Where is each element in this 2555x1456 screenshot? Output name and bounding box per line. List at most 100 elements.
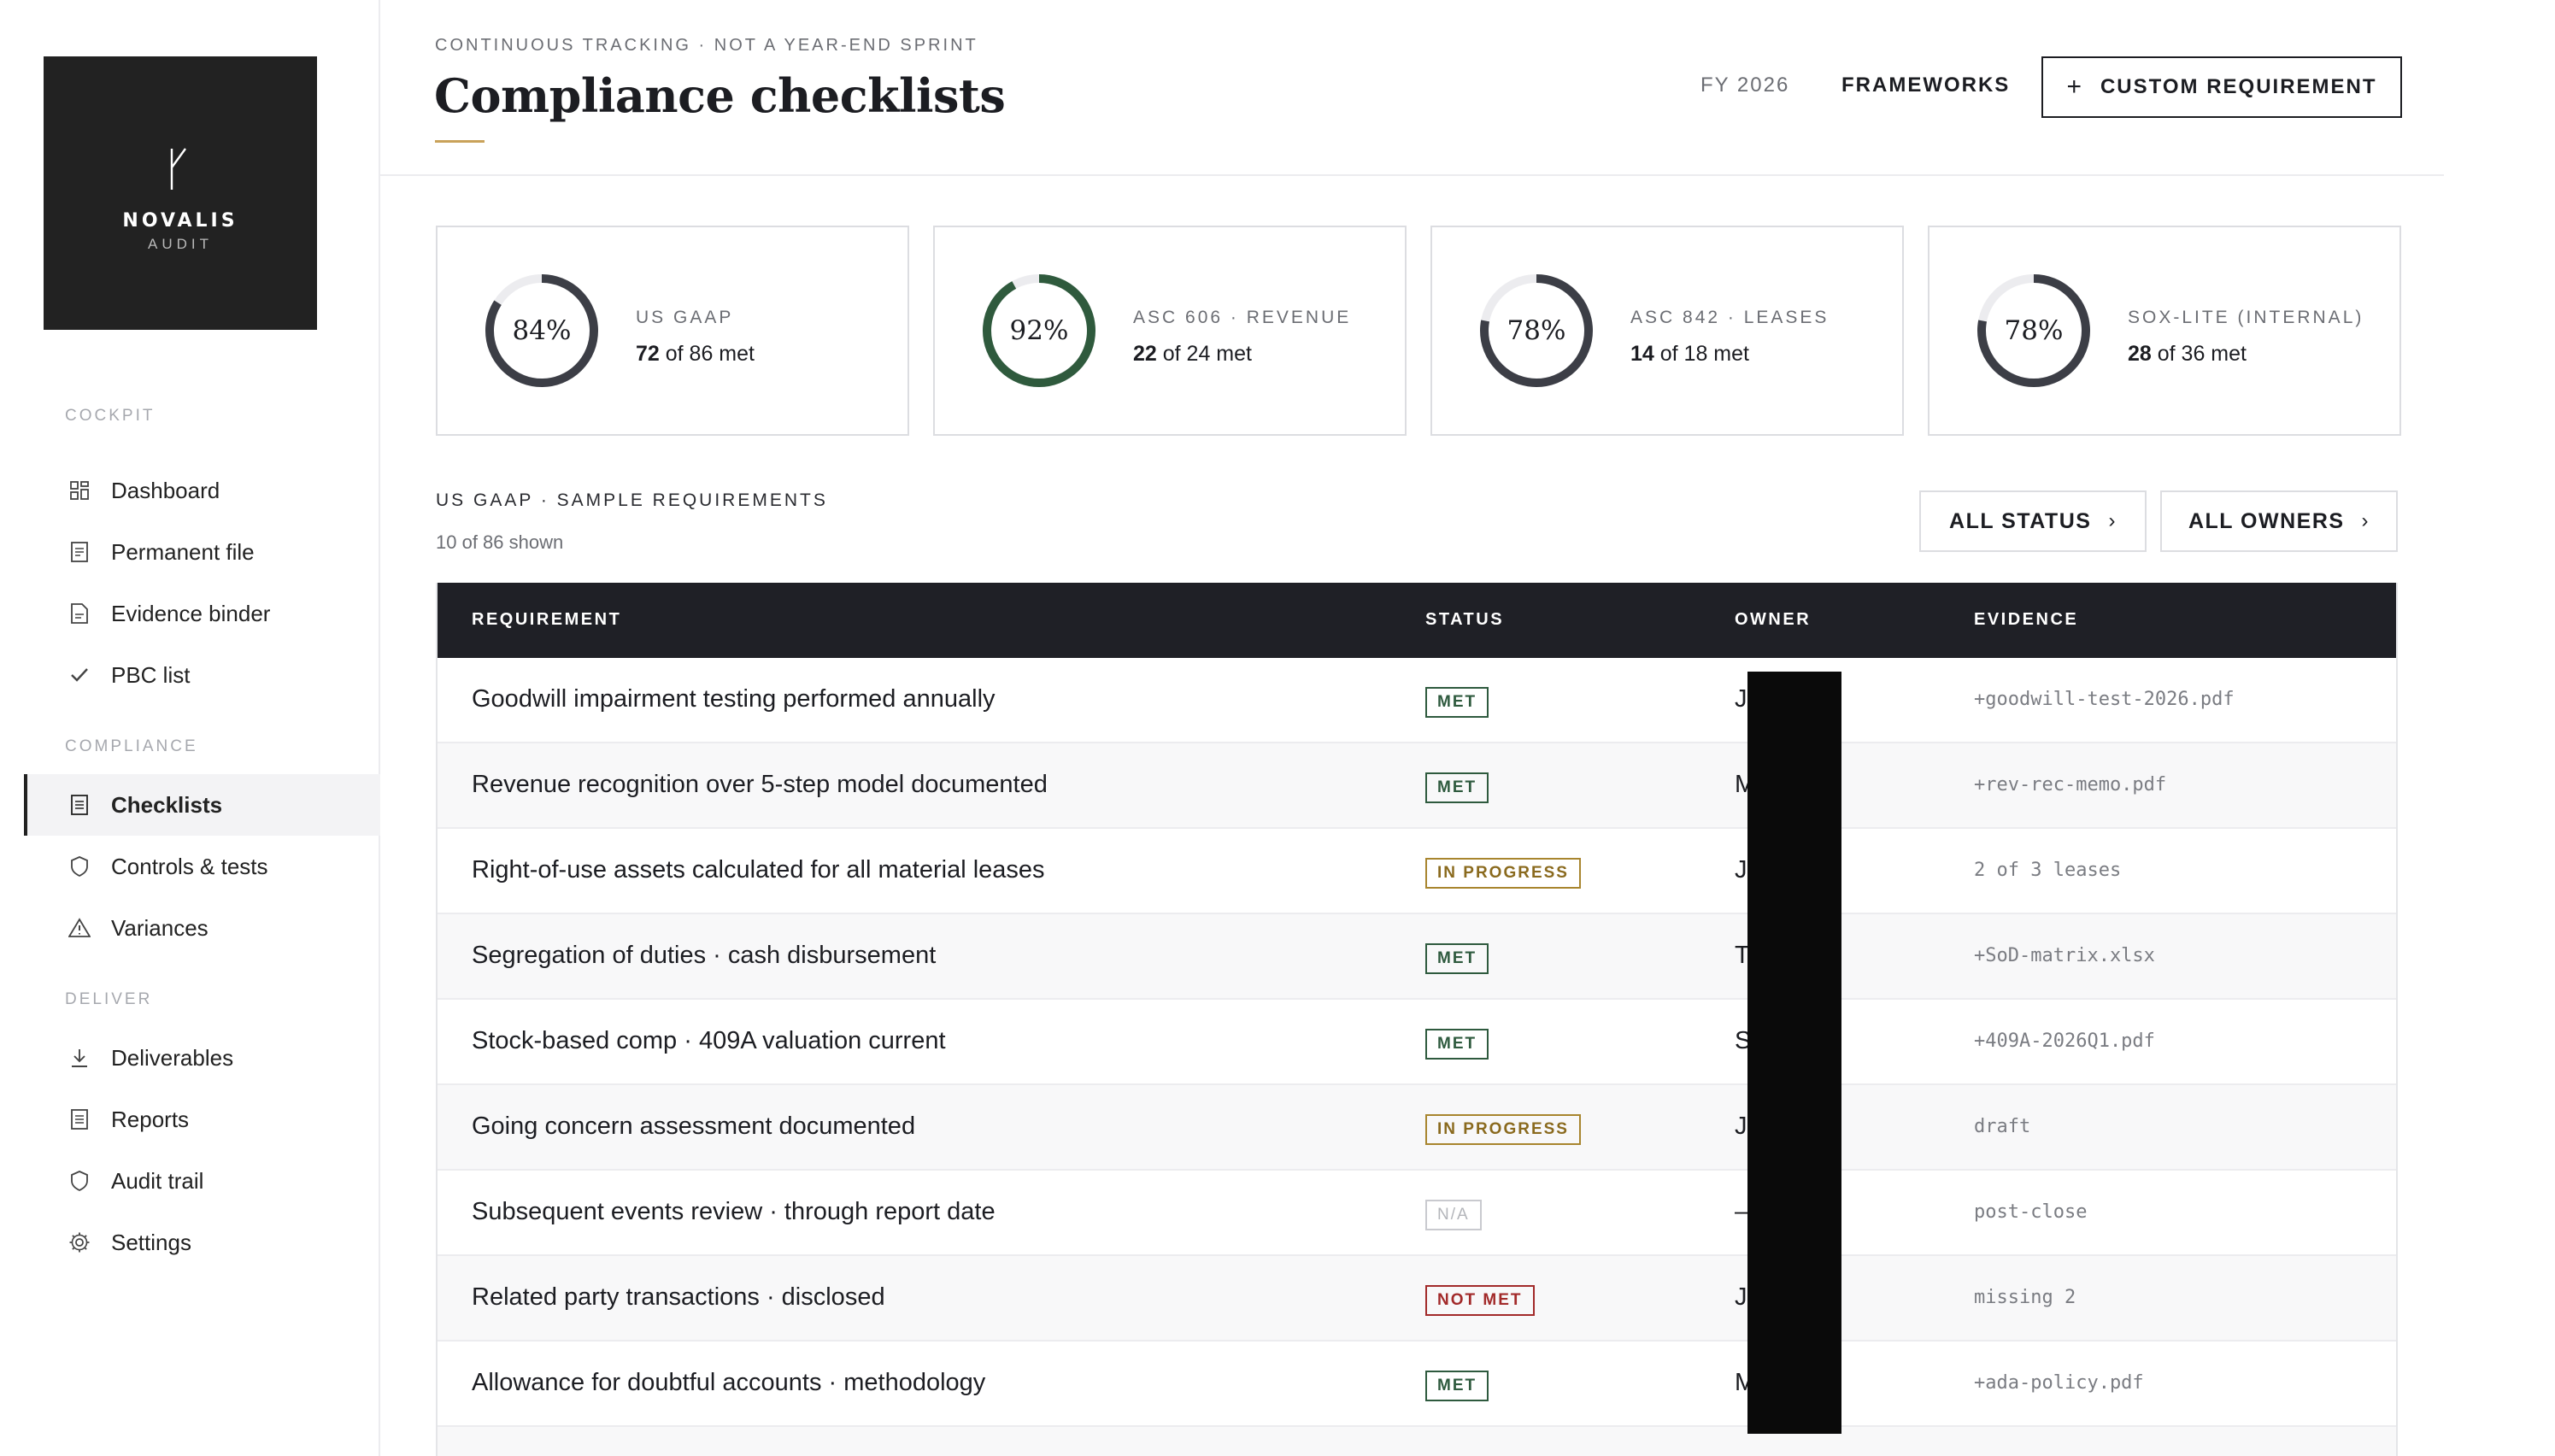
page-eyebrow: CONTINUOUS TRACKING · NOT A YEAR-END SPR… <box>435 36 978 55</box>
evidence-link[interactable]: +409A-2026Q1.pdf <box>1974 1030 2155 1052</box>
status-filter-label: ALL STATUS <box>1949 508 2092 533</box>
requirement-cell: Right-of-use assets calculated for all m… <box>472 856 1045 884</box>
section-count: 10 of 86 shown <box>436 531 564 553</box>
table-row[interactable]: Subsequent events review · through repor… <box>438 1171 2396 1256</box>
evidence-link[interactable]: +rev-rec-memo.pdf <box>1974 774 2166 796</box>
requirement-cell: Revenue recognition over 5-step model do… <box>472 771 1048 798</box>
column-header-requirement[interactable]: REQUIREMENT <box>472 610 621 630</box>
sidebar-item-label: Deliverables <box>111 1044 234 1071</box>
card-met-count: 14 of 18 met <box>1630 342 1749 366</box>
card-met-count: 72 of 86 met <box>636 342 755 366</box>
framework-card-sox-lite[interactable]: 78% SOX-LITE (INTERNAL) 28 of 36 met <box>1928 226 2401 436</box>
brand-sub: AUDIT <box>148 236 213 252</box>
sidebar-item-label: Audit trail <box>111 1167 204 1194</box>
nav-section-deliver: DELIVER <box>65 990 153 1008</box>
sidebar-item-label: Dashboard <box>111 477 220 503</box>
evidence-link[interactable]: draft <box>1974 1116 2030 1137</box>
status-badge: IN PROGRESS <box>1425 1114 1581 1145</box>
status-badge: MET <box>1425 687 1489 718</box>
shield-icon <box>68 1170 91 1192</box>
app-root: NOVALIS AUDIT COCKPIT Dashboard Permanen… <box>0 0 2555 1456</box>
card-met-count: 22 of 24 met <box>1133 342 1252 366</box>
requirement-cell: Stock-based comp · 409A valuation curren… <box>472 1027 946 1054</box>
dashboard-icon <box>68 479 91 502</box>
brand-logo[interactable]: NOVALIS AUDIT <box>44 56 317 330</box>
card-framework: ASC 842 · LEASES <box>1630 308 1830 327</box>
chevron-right-icon: › <box>2361 509 2370 532</box>
sidebar-item-evidence-binder[interactable]: Evidence binder <box>24 583 380 644</box>
requirement-cell: Segregation of duties · cash disbursemen… <box>472 942 937 969</box>
file-icon <box>68 541 91 563</box>
evidence-link[interactable]: 2 of 3 leases <box>1974 860 2121 881</box>
sidebar-item-pbc-list[interactable]: PBC list <box>24 644 380 706</box>
sidebar-item-audit-trail[interactable]: Audit trail <box>24 1150 380 1212</box>
sidebar-item-controls-tests[interactable]: Controls & tests <box>24 836 380 897</box>
table-row[interactable]: Inventory obsolescence reserveMETT. Brow… <box>438 1427 2396 1456</box>
framework-card-us-gaap[interactable]: 84% US GAAP 72 of 86 met <box>436 226 909 436</box>
sidebar-item-dashboard[interactable]: Dashboard <box>24 460 380 521</box>
brand-name: NOVALIS <box>122 210 238 232</box>
status-badge: N/A <box>1425 1200 1482 1230</box>
column-header-status[interactable]: STATUS <box>1425 610 1504 630</box>
sidebar-item-label: Settings <box>111 1229 191 1255</box>
report-icon <box>68 1108 91 1130</box>
table-row[interactable]: Going concern assessment documented IN PR… <box>438 1085 2396 1171</box>
requirement-cell: Goodwill impairment testing performed an… <box>472 685 996 713</box>
requirement-cell: Allowance for doubtful accounts · method… <box>472 1369 986 1396</box>
card-met-count: 28 of 36 met <box>2128 342 2247 366</box>
sidebar-item-permanent-file[interactable]: Permanent file <box>24 521 380 583</box>
sidebar-item-settings[interactable]: Settings <box>24 1212 380 1273</box>
table-row[interactable]: Related party transactions · disclosed NO… <box>438 1256 2396 1342</box>
card-framework: US GAAP <box>636 308 734 327</box>
status-badge: NOT MET <box>1425 1285 1535 1316</box>
table-row[interactable]: Goodwill impairment testing performed an… <box>438 658 2396 743</box>
nav-section-cockpit: COCKPIT <box>65 407 156 425</box>
requirement-cell: Going concern assessment documented <box>472 1113 916 1140</box>
page-header: CONTINUOUS TRACKING · NOT A YEAR-END SPR… <box>380 0 2444 176</box>
requirement-cell: Related party transactions · disclosed <box>472 1283 885 1311</box>
evidence-link[interactable]: +ada-policy.pdf <box>1974 1372 2144 1394</box>
column-header-evidence[interactable]: EVIDENCE <box>1974 610 2078 630</box>
evidence-link[interactable]: +goodwill-test-2026.pdf <box>1974 689 2235 710</box>
requirement-cell: Subsequent events review · through repor… <box>472 1198 996 1225</box>
status-badge: MET <box>1425 1371 1489 1401</box>
binder-icon <box>68 602 91 625</box>
gear-icon <box>68 1231 91 1253</box>
plus-icon: + <box>2066 73 2083 101</box>
column-header-owner[interactable]: OWNER <box>1735 610 1811 630</box>
table-header: REQUIREMENT STATUS OWNER EVIDENCE <box>438 583 2396 658</box>
table-row[interactable]: Revenue recognition over 5-step model do… <box>438 743 2396 829</box>
download-icon <box>68 1047 91 1069</box>
evidence-link[interactable]: post-close <box>1974 1201 2087 1223</box>
card-percent: 92% <box>1009 315 1069 346</box>
redaction-block <box>1747 672 1841 1434</box>
sidebar-item-checklists[interactable]: Checklists <box>24 774 380 836</box>
status-filter-button[interactable]: ALL STATUS › <box>1919 490 2147 552</box>
status-badge: IN PROGRESS <box>1425 858 1581 889</box>
evidence-link[interactable]: missing 2 <box>1974 1287 2076 1308</box>
sidebar-item-label: Reports <box>111 1106 190 1132</box>
custom-requirement-button[interactable]: + CUSTOM REQUIREMENT <box>2041 56 2402 118</box>
table-row[interactable]: Segregation of duties · cash disbursemen… <box>438 914 2396 1000</box>
sidebar-item-variances[interactable]: Variances <box>24 897 380 959</box>
framework-card-asc-842[interactable]: 78% ASC 842 · LEASES 14 of 18 met <box>1430 226 1904 436</box>
check-icon <box>68 664 91 686</box>
frameworks-link[interactable]: FRAMEWORKS <box>1841 73 2010 97</box>
fiscal-year-selector[interactable]: FY 2026 <box>1700 73 1789 97</box>
chevron-right-icon: › <box>2108 509 2117 532</box>
sidebar: NOVALIS AUDIT COCKPIT Dashboard Permanen… <box>0 0 380 1456</box>
card-framework: ASC 606 · REVENUE <box>1133 308 1352 327</box>
sidebar-item-deliverables[interactable]: Deliverables <box>24 1027 380 1089</box>
table-row[interactable]: Allowance for doubtful accounts · method… <box>438 1342 2396 1427</box>
sidebar-item-label: Permanent file <box>111 538 255 565</box>
card-percent: 78% <box>2004 315 2064 346</box>
framework-card-asc-606[interactable]: 92% ASC 606 · REVENUE 22 of 24 met <box>933 226 1407 436</box>
evidence-link[interactable]: +SoD-matrix.xlsx <box>1974 945 2155 966</box>
brand-mark-icon <box>170 148 186 190</box>
table-row[interactable]: Right-of-use assets calculated for all m… <box>438 829 2396 914</box>
table-row[interactable]: Stock-based comp · 409A valuation curren… <box>438 1000 2396 1085</box>
owner-filter-button[interactable]: ALL OWNERS › <box>2160 490 2398 552</box>
card-percent: 78% <box>1507 315 1566 346</box>
sidebar-item-reports[interactable]: Reports <box>24 1089 380 1150</box>
status-badge: MET <box>1425 943 1489 974</box>
